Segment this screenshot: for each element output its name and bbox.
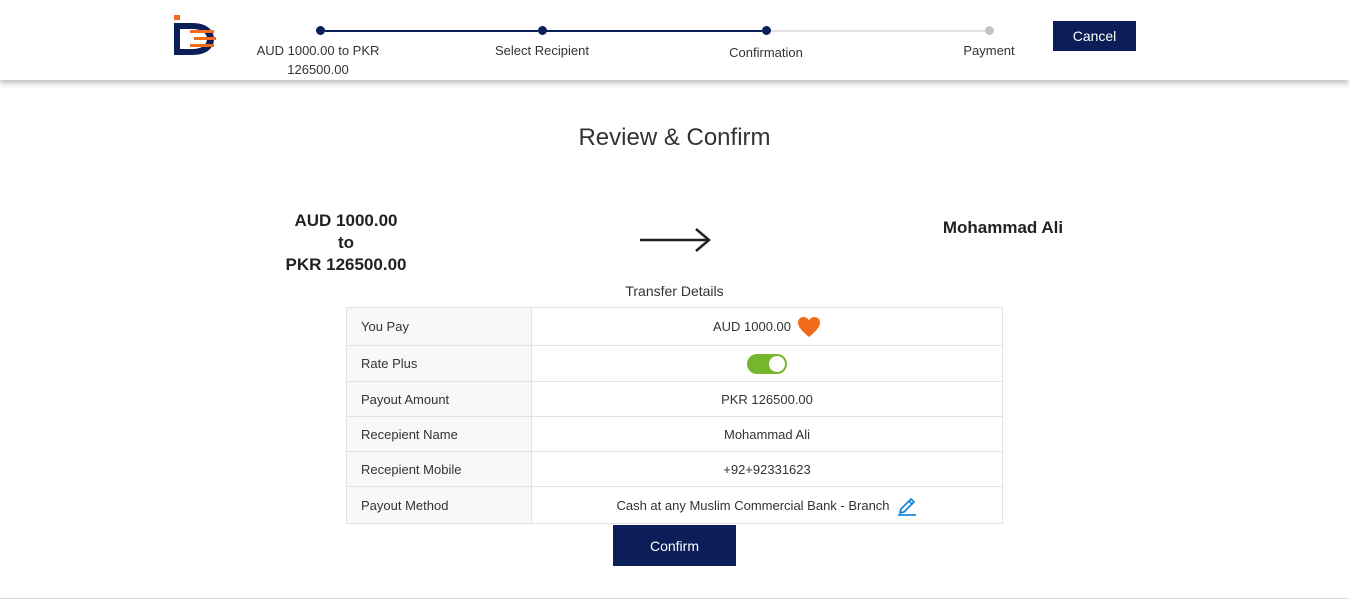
receive-amount: PKR 126500.00 (285, 255, 407, 274)
rate-plus-label: Rate Plus (346, 345, 532, 382)
step-dot-amount (316, 26, 325, 35)
page-title: Review & Confirm (578, 124, 771, 151)
table-row: Rate Plus (346, 345, 1003, 382)
table-row: Recepient Name Mohammad Ali (346, 416, 1003, 452)
payout-amount-value: PKR 126500.00 (531, 381, 1003, 417)
payout-method-label: Payout Method (346, 486, 532, 524)
rate-plus-toggle[interactable] (747, 353, 787, 374)
step-label-payment: Payment (963, 43, 1015, 58)
payout-amount-label: Payout Amount (346, 381, 532, 417)
summary-connector: to (337, 233, 355, 252)
step-label-select-recipient[interactable]: Select Recipient (472, 41, 612, 60)
you-pay-cell: AUD 1000.00 (531, 307, 1003, 346)
step-label-amount-line2: 126500.00 (287, 62, 349, 77)
stepper-line-done (325, 30, 538, 32)
progress-stepper: AUD 1000.00 to PKR 126500.00 Select Reci… (0, 0, 1349, 80)
edit-pencil-icon[interactable] (896, 494, 918, 516)
rate-plus-cell (531, 345, 1003, 382)
transfer-details-table: You Pay AUD 1000.00 Rate Plus Payout Amo… (346, 307, 1003, 524)
recipient-name-value: Mohammad Ali (531, 416, 1003, 452)
step-label-amount-line1: AUD 1000.00 to PKR (256, 43, 380, 58)
payout-method-cell: Cash at any Muslim Commercial Bank - Bra… (531, 486, 1003, 524)
transfer-details-title: Transfer Details (625, 283, 724, 299)
recipient-mobile-value: +92+92331623 (531, 451, 1003, 487)
recipient-mobile-label: Recepient Mobile (346, 451, 532, 487)
step-dot-recipient (538, 26, 547, 35)
top-header: AUD 1000.00 to PKR 126500.00 Select Reci… (0, 0, 1349, 80)
transfer-amount-summary: AUD 1000.00 to PKR 126500.00 (260, 210, 432, 276)
heart-icon[interactable] (797, 316, 821, 338)
table-row: Payout Method Cash at any Muslim Commerc… (346, 486, 1003, 524)
you-pay-label: You Pay (346, 307, 532, 346)
stepper-line-done (546, 30, 762, 32)
arrow-right-icon (640, 228, 711, 252)
payout-method-value: Cash at any Muslim Commercial Bank - Bra… (616, 497, 890, 513)
you-pay-value: AUD 1000.00 (712, 319, 792, 334)
send-amount: AUD 1000.00 (294, 211, 398, 230)
step-dot-confirmation (762, 26, 771, 35)
confirm-button[interactable]: Confirm (613, 525, 736, 566)
cancel-button[interactable]: Cancel (1053, 21, 1136, 51)
table-row: Recepient Mobile +92+92331623 (346, 451, 1003, 487)
recipient-name-label: Recepient Name (346, 416, 532, 452)
footer-divider (0, 598, 1349, 599)
step-label-amount[interactable]: AUD 1000.00 to PKR 126500.00 (238, 41, 398, 79)
table-row: You Pay AUD 1000.00 (346, 307, 1003, 346)
stepper-line-pending (771, 30, 985, 32)
table-row: Payout Amount PKR 126500.00 (346, 381, 1003, 417)
step-dot-payment (985, 26, 994, 35)
recipient-summary-name: Mohammad Ali (942, 218, 1064, 237)
toggle-knob (769, 355, 785, 372)
step-label-confirmation: Confirmation (729, 45, 803, 60)
